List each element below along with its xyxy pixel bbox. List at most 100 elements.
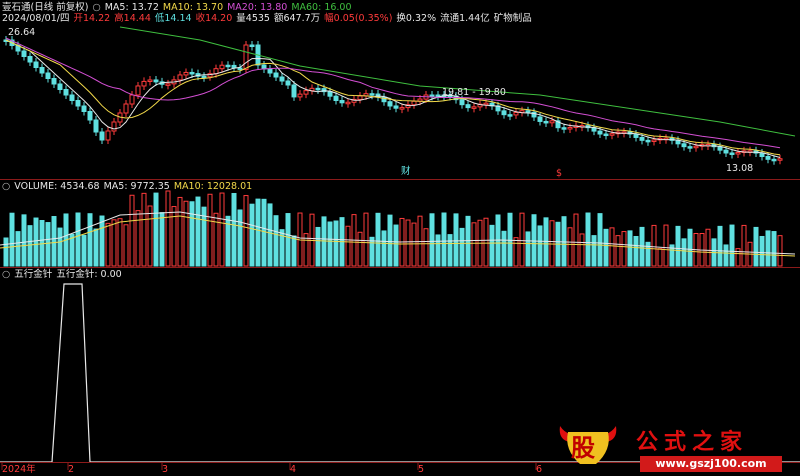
candle-body <box>483 102 489 106</box>
candle-body <box>729 152 735 155</box>
volume-bar <box>405 219 411 267</box>
candle-body <box>129 94 135 105</box>
candle-body <box>177 74 183 81</box>
x-axis-label-jun: 6 <box>536 464 543 475</box>
candle-body <box>537 116 543 122</box>
candle-body <box>345 101 351 105</box>
candle-body <box>513 111 519 116</box>
volume-bar <box>729 224 735 267</box>
volume-bar <box>255 198 261 267</box>
volume-bar <box>99 215 105 267</box>
volume-bar <box>741 224 747 267</box>
candle-body <box>27 56 33 63</box>
candle-body <box>297 93 303 98</box>
candle-body <box>435 94 441 97</box>
candle-body <box>369 93 375 96</box>
volume-bar <box>93 228 99 267</box>
candle-body <box>471 106 477 109</box>
mid-price-label: 19.81 - 19.80 <box>442 87 506 98</box>
candle-body <box>549 120 555 124</box>
x-axis-label-feb: 2 <box>68 464 75 475</box>
volume-bar <box>597 213 603 267</box>
candle-body <box>285 80 291 86</box>
candle-body <box>141 80 147 87</box>
x-axis-label-apr: 4 <box>290 464 297 475</box>
volume-bar <box>153 192 159 267</box>
candle-body <box>267 68 273 74</box>
watermark-badge-char: 股 <box>571 434 595 462</box>
volume-bar <box>675 225 681 267</box>
volume-bar <box>579 233 585 267</box>
volume-bar <box>525 231 531 267</box>
volume-header-item-3: MA10: 12028.01 <box>173 181 253 192</box>
candle-body <box>501 110 507 116</box>
ma60-line <box>119 26 796 137</box>
volume-bar <box>75 212 81 267</box>
volume-bar <box>381 230 387 267</box>
candle-body <box>507 114 513 117</box>
candle-body <box>81 105 87 112</box>
volume-header: ○ VOLUME: 4534.68 MA5: 9772.35 MA10: 12028.… <box>2 181 256 192</box>
volume-bar <box>207 193 213 267</box>
volume-bar <box>237 209 243 267</box>
volume-bar <box>9 212 15 267</box>
volume-bar <box>189 201 195 267</box>
volume-bar <box>519 212 525 267</box>
candle-body <box>237 67 243 70</box>
volume-bar <box>429 213 435 267</box>
candle-body <box>57 83 63 90</box>
volume-bar <box>771 231 777 267</box>
volume-bar <box>291 235 297 267</box>
volume-bar <box>285 213 291 267</box>
volume-bar <box>123 224 129 267</box>
candle-body <box>51 78 57 85</box>
volume-bar <box>195 196 201 267</box>
volume-bar <box>69 233 75 267</box>
candle-body <box>597 130 603 135</box>
watermark-brand: 公式之家 <box>636 430 749 455</box>
event-marker[interactable]: $ <box>556 168 562 179</box>
volume-bar <box>387 214 393 267</box>
indicator-header-item-1: 五行金针 <box>14 269 53 280</box>
volume-bar <box>45 222 51 267</box>
candle-body <box>123 103 129 114</box>
volume-bar <box>777 235 783 267</box>
volume-bar <box>633 235 639 267</box>
indicator-header-item-0: ○ <box>2 269 11 280</box>
volume-header-item-2: MA5: 9772.35 <box>103 181 170 192</box>
volume-bar <box>135 210 141 267</box>
candle-body <box>93 119 99 133</box>
candle-body <box>63 89 69 96</box>
volume-bar <box>363 212 369 267</box>
candle-body <box>639 136 645 141</box>
volume-bar <box>375 212 381 267</box>
volume-bar <box>411 222 417 267</box>
volume-bar <box>549 220 555 267</box>
kline-chart-canvas[interactable] <box>0 0 800 476</box>
candle-body <box>225 64 231 68</box>
candle-body <box>243 44 249 70</box>
candle-body <box>105 130 111 141</box>
volume-bar <box>129 194 135 267</box>
volume-bar <box>81 234 87 267</box>
volume-bar <box>105 222 111 267</box>
candle-body <box>183 71 189 76</box>
volume-bar <box>231 192 237 267</box>
finance-marker[interactable]: 财 <box>401 166 411 177</box>
candle-body <box>135 85 141 96</box>
volume-bar <box>333 220 339 267</box>
volume-bar <box>3 237 9 267</box>
candle-body <box>723 149 729 154</box>
candle-body <box>21 50 27 57</box>
volume-divider <box>0 179 800 180</box>
candle-body <box>333 95 339 102</box>
volume-bar <box>465 215 471 267</box>
candle-body <box>387 101 393 107</box>
volume-bar <box>435 234 441 267</box>
candle-body <box>645 139 651 143</box>
candle-body <box>111 121 117 132</box>
ma20-line <box>5 37 781 149</box>
candle-body <box>603 133 609 137</box>
volume-bar <box>183 200 189 267</box>
volume-bar <box>423 228 429 267</box>
